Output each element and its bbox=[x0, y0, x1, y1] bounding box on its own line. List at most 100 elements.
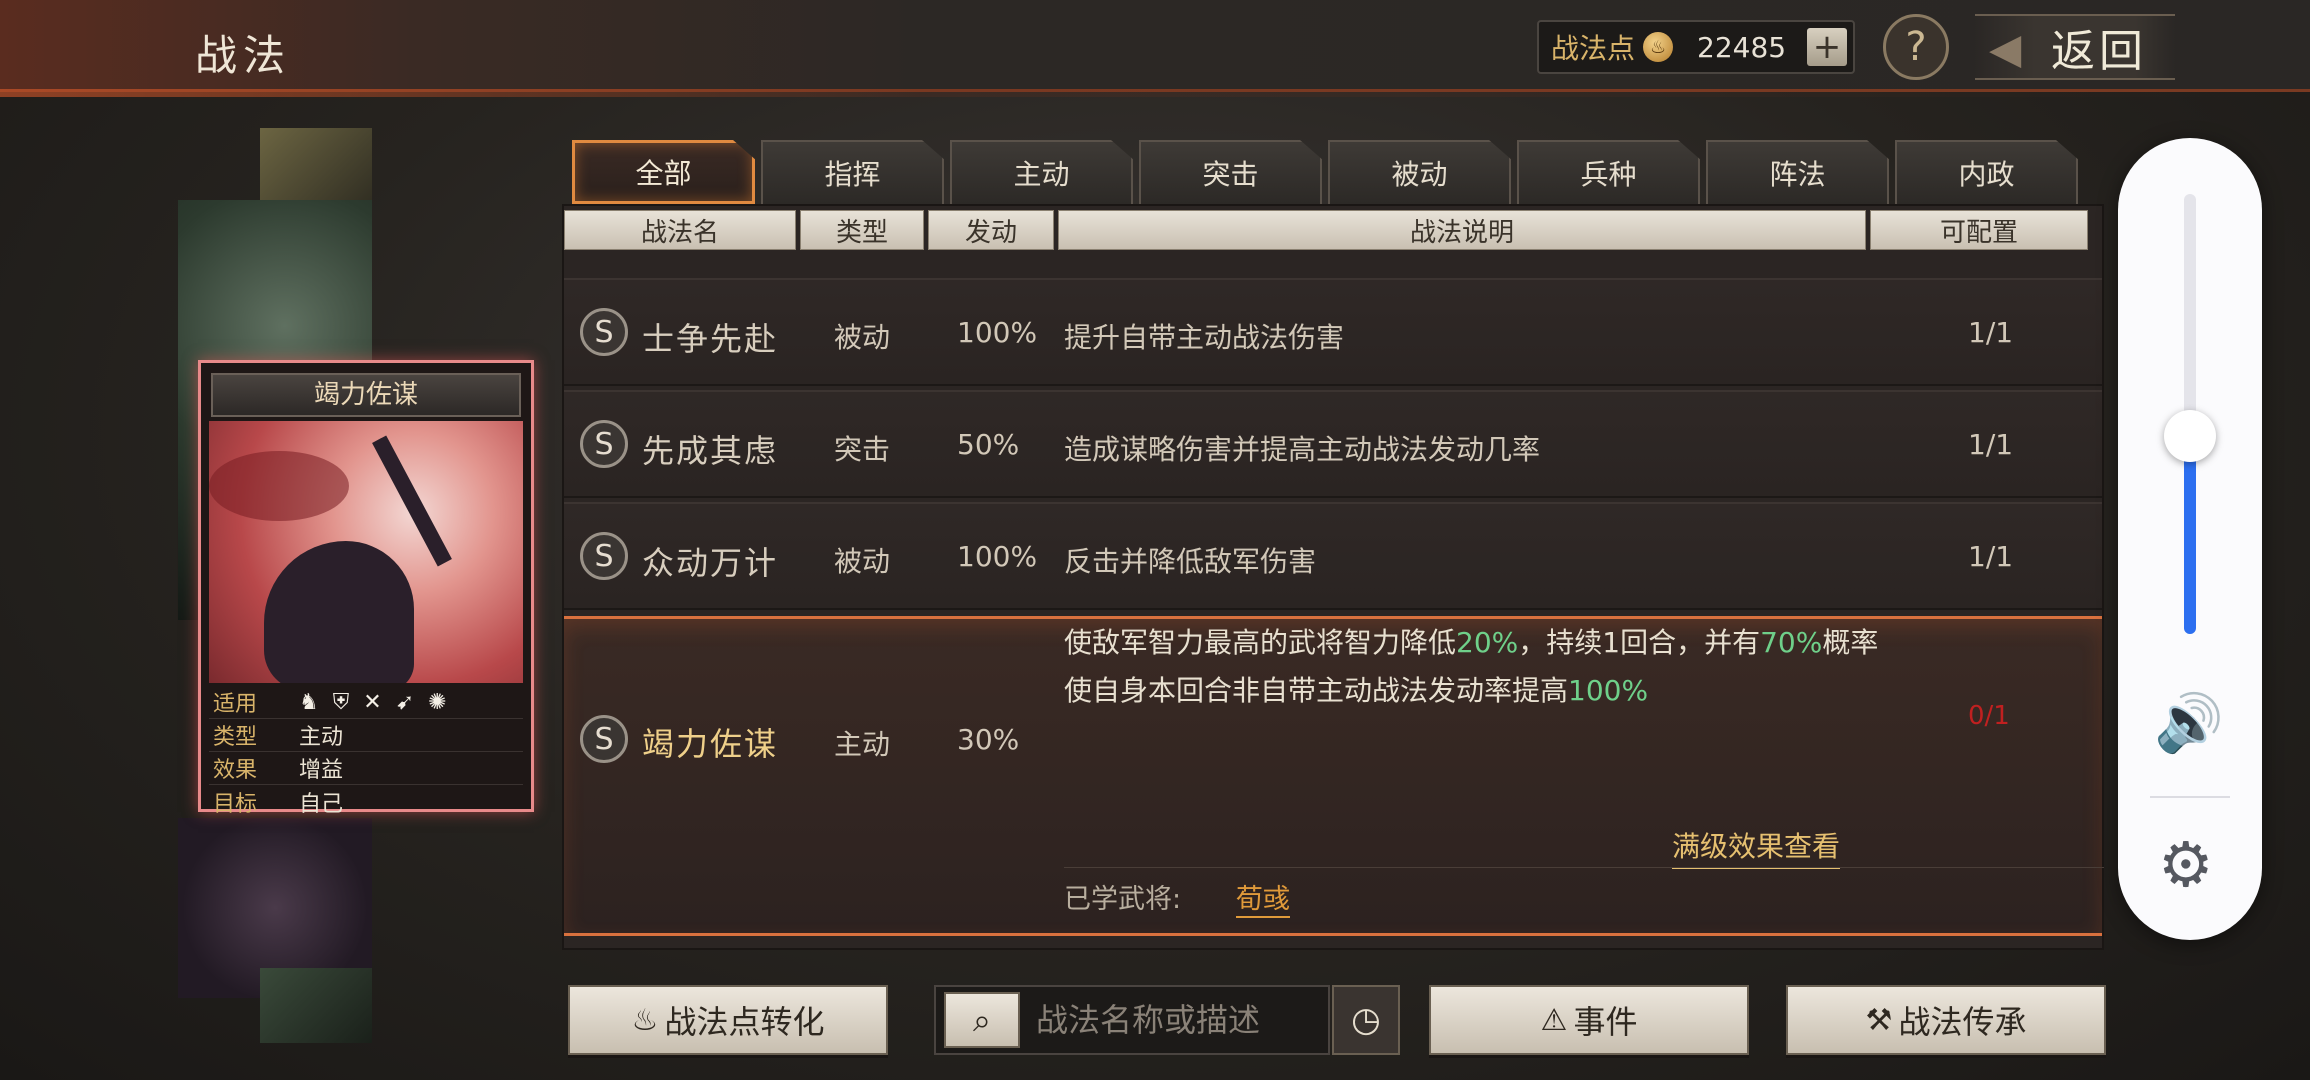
unit-type-icons: ♞ ⛨ ✕ ➹ ✺ bbox=[279, 690, 447, 715]
add-points-button[interactable]: + bbox=[1807, 28, 1847, 66]
tab-internal[interactable]: 内政 bbox=[1895, 140, 2078, 204]
volume-slider-knob[interactable] bbox=[2164, 410, 2216, 462]
col-header-type[interactable]: 类型 bbox=[800, 210, 924, 250]
attr-row-type: 类型 主动 bbox=[209, 719, 523, 752]
table-row[interactable]: S 士争先赴 被动 100% 提升自带主动战法伤害 1/1 bbox=[564, 278, 2102, 386]
learned-general-link[interactable]: 荀彧 bbox=[1236, 877, 1290, 918]
category-tabs: 全部 指挥 主动 突击 被动 兵种 阵法 内政 bbox=[572, 140, 2078, 204]
tactic-name: 士争先赴 bbox=[642, 320, 779, 358]
tactic-list-panel[interactable]: 战法名 类型 发动 战法说明 可配置 S 士争先赴 被动 100% 提升自带主动… bbox=[562, 204, 2104, 950]
back-label: 返回 bbox=[2051, 26, 2147, 77]
table-row-expanded[interactable]: S 竭力佐谋 主动 30% 使敌军智力最高的武将智力降低20%，持续1回合，并有… bbox=[564, 616, 2104, 936]
help-button[interactable]: ? bbox=[1883, 14, 1949, 80]
max-level-effect-link[interactable]: 满级效果查看 bbox=[1672, 825, 1841, 869]
tactic-rate: 100% bbox=[957, 540, 1038, 573]
table-row[interactable]: S 众动万计 被动 100% 反击并降低敌军伤害 1/1 bbox=[564, 502, 2102, 610]
attr-value: 自己 bbox=[299, 791, 344, 817]
tactic-type: 主动 bbox=[834, 728, 891, 761]
desc-value: 100% bbox=[1568, 674, 1649, 707]
grade-badge: S bbox=[580, 532, 628, 580]
card-tactic-name: 竭力佐谋 bbox=[211, 373, 521, 417]
selected-tactic-card[interactable]: 竭力佐谋 适用 ♞ ⛨ ✕ ➹ ✺ 类型 主动 效果 增益 目标 自己 bbox=[198, 360, 534, 817]
points-label: 战法点 bbox=[1551, 32, 1636, 65]
page-title: 战法 bbox=[195, 31, 292, 80]
tab-formation[interactable]: 阵法 bbox=[1706, 140, 1889, 204]
chariot-icon: ✺ bbox=[428, 689, 447, 715]
attr-label: 类型 bbox=[213, 725, 258, 750]
tactic-rate: 30% bbox=[957, 723, 1020, 756]
desc-text: 使敌军智力最高的武将智力降低 bbox=[1064, 626, 1457, 659]
tactic-conf: 1/1 bbox=[1968, 428, 2014, 461]
card-art-warrior bbox=[264, 541, 414, 683]
gear-icon[interactable]: ⚙ bbox=[2158, 828, 2214, 901]
desc-value: 70% bbox=[1760, 626, 1823, 659]
col-header-conf[interactable]: 可配置 bbox=[1870, 210, 2088, 250]
desc-text: ，持续1回合，并有 bbox=[1518, 626, 1761, 659]
attr-row-target: 目标 自己 bbox=[209, 785, 523, 818]
tab-troop[interactable]: 兵种 bbox=[1517, 140, 1700, 204]
card-art-sword bbox=[372, 435, 452, 567]
back-arrow-icon: ◀ bbox=[1989, 24, 2026, 73]
tactic-desc: 反击并降低敌军伤害 bbox=[1064, 545, 1317, 578]
inherit-label: 战法传承 bbox=[1898, 1003, 2027, 1041]
tactic-desc: 造成谋略伤害并提高主动战法发动几率 bbox=[1064, 433, 1541, 466]
points-value: 22485 bbox=[1697, 30, 1787, 64]
tactic-conf: 1/1 bbox=[1968, 540, 2014, 573]
tab-command[interactable]: 指挥 bbox=[761, 140, 944, 204]
flame-coin-icon: ♨ bbox=[1643, 32, 1674, 62]
tactic-desc-rich: 使敌军智力最高的武将智力降低20%，持续1回合，并有70%概率使自身本回合非自带… bbox=[1064, 619, 1884, 715]
tactic-type: 被动 bbox=[834, 321, 891, 354]
tactic-points-display: 战法点 ♨ 22485 + bbox=[1537, 20, 1855, 74]
tactic-name: 竭力佐谋 bbox=[642, 725, 779, 763]
tab-all[interactable]: 全部 bbox=[572, 140, 755, 204]
tactic-rate: 100% bbox=[957, 316, 1038, 349]
col-header-desc: 战法说明 bbox=[1058, 210, 1866, 250]
grade-badge: S bbox=[580, 420, 628, 468]
speaker-icon[interactable]: 🔊 bbox=[2154, 690, 2224, 756]
shield-icon: ⛨ bbox=[332, 689, 350, 715]
hammer-icon: ⚒ bbox=[1865, 1002, 1893, 1038]
attr-row-apply: 适用 ♞ ⛨ ✕ ➹ ✺ bbox=[209, 686, 523, 719]
clock-icon: ◷ bbox=[1351, 1000, 1381, 1040]
tactic-type: 突击 bbox=[834, 433, 891, 466]
tactic-type: 被动 bbox=[834, 545, 891, 578]
bow-icon: ✕ bbox=[363, 689, 382, 715]
col-header-name[interactable]: 战法名 bbox=[564, 210, 796, 250]
tab-active[interactable]: 主动 bbox=[950, 140, 1133, 204]
tactic-rate: 50% bbox=[957, 428, 1020, 461]
desc-value: 20% bbox=[1456, 626, 1519, 659]
attr-label: 适用 bbox=[213, 692, 258, 717]
history-clock-button[interactable]: ◷ bbox=[1332, 985, 1400, 1055]
top-bar: 战法 战法点 ♨ 22485 + ? ◀ 返回 bbox=[0, 0, 2310, 97]
grade-badge: S bbox=[580, 715, 628, 763]
convert-points-button[interactable]: ♨ 战法点转化 bbox=[568, 985, 888, 1055]
back-button[interactable]: ◀ 返回 bbox=[1975, 14, 2175, 80]
tactic-desc: 提升自带主动战法伤害 bbox=[1064, 321, 1345, 354]
volume-slider-fill bbox=[2184, 436, 2196, 634]
tab-passive[interactable]: 被动 bbox=[1328, 140, 1511, 204]
table-row[interactable]: S 先成其虑 突击 50% 造成谋略伤害并提高主动战法发动几率 1/1 bbox=[564, 390, 2102, 498]
tactic-conf: 0/1 bbox=[1968, 701, 2010, 731]
convert-label: 战法点转化 bbox=[664, 1003, 825, 1041]
tactic-conf: 1/1 bbox=[1968, 316, 2014, 349]
art-thumbnail bbox=[260, 968, 372, 1043]
event-button[interactable]: ⚠ 事件 bbox=[1429, 985, 1749, 1055]
column-headers: 战法名 类型 发动 战法说明 可配置 bbox=[564, 210, 2102, 250]
event-icon: ⚠ bbox=[1540, 1002, 1568, 1038]
event-label: 事件 bbox=[1573, 1003, 1638, 1041]
grade-badge: S bbox=[580, 308, 628, 356]
inherit-button[interactable]: ⚒ 战法传承 bbox=[1786, 985, 2106, 1055]
search-icon[interactable]: ⌕ bbox=[944, 992, 1020, 1048]
card-art-horse bbox=[209, 451, 349, 521]
tab-assault[interactable]: 突击 bbox=[1139, 140, 1322, 204]
tactic-name: 先成其虑 bbox=[642, 432, 779, 470]
flame-icon: ♨ bbox=[631, 1002, 659, 1038]
search-input[interactable] bbox=[1036, 1001, 1326, 1039]
spear-icon: ➹ bbox=[395, 689, 415, 715]
tactic-name: 众动万计 bbox=[642, 544, 779, 582]
learned-generals-label: 已学武将: bbox=[1064, 884, 1182, 915]
attr-label: 目标 bbox=[213, 791, 258, 817]
col-header-rate[interactable]: 发动 bbox=[928, 210, 1054, 250]
card-illustration bbox=[209, 421, 523, 683]
search-bar: ⌕ bbox=[934, 985, 1330, 1055]
